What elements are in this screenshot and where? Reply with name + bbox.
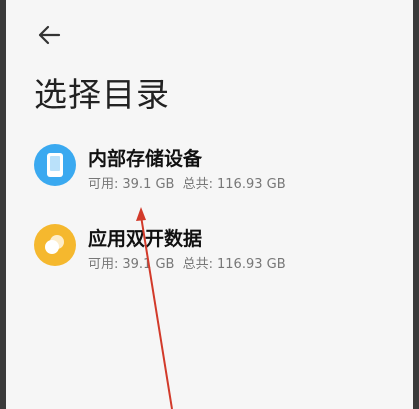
directory-list: 内部存储设备 可用: 39.1 GB 总共: 116.93 GB 应用双开数据 可用… [6, 136, 413, 296]
directory-storage-info: 可用: 39.1 GB 总共: 116.93 GB [88, 173, 290, 192]
total-value: 116.93 GB [217, 177, 286, 192]
directory-item-internal-storage[interactable]: 内部存储设备 可用: 39.1 GB 总共: 116.93 GB [6, 136, 413, 216]
total-value: 116.93 GB [217, 257, 286, 272]
directory-name: 内部存储设备 [88, 148, 203, 170]
available-value: 39.1 GB [122, 177, 175, 192]
directory-storage-info: 可用: 39.1 GB 总共: 116.93 GB [88, 253, 290, 272]
total-label: 总共: [182, 257, 213, 272]
device-frame: 选择目录 内部存储设备 可用: 39.1 GB 总共: 116.93 GB 应用… [0, 0, 419, 409]
back-button[interactable] [32, 18, 66, 52]
available-label: 可用: [88, 257, 119, 272]
directory-picker-screen: 选择目录 内部存储设备 可用: 39.1 GB 总共: 116.93 GB 应用… [6, 0, 413, 409]
available-label: 可用: [88, 177, 119, 192]
arrow-left-icon [38, 25, 61, 45]
available-value: 39.1 GB [122, 257, 175, 272]
page-title: 选择目录 [34, 75, 170, 114]
directory-name: 应用双开数据 [88, 228, 203, 250]
phone-icon [34, 144, 76, 186]
dual-app-icon [34, 224, 76, 266]
total-label: 总共: [182, 177, 213, 192]
directory-item-dual-app-data[interactable]: 应用双开数据 可用: 39.1 GB 总共: 116.93 GB [6, 216, 413, 296]
